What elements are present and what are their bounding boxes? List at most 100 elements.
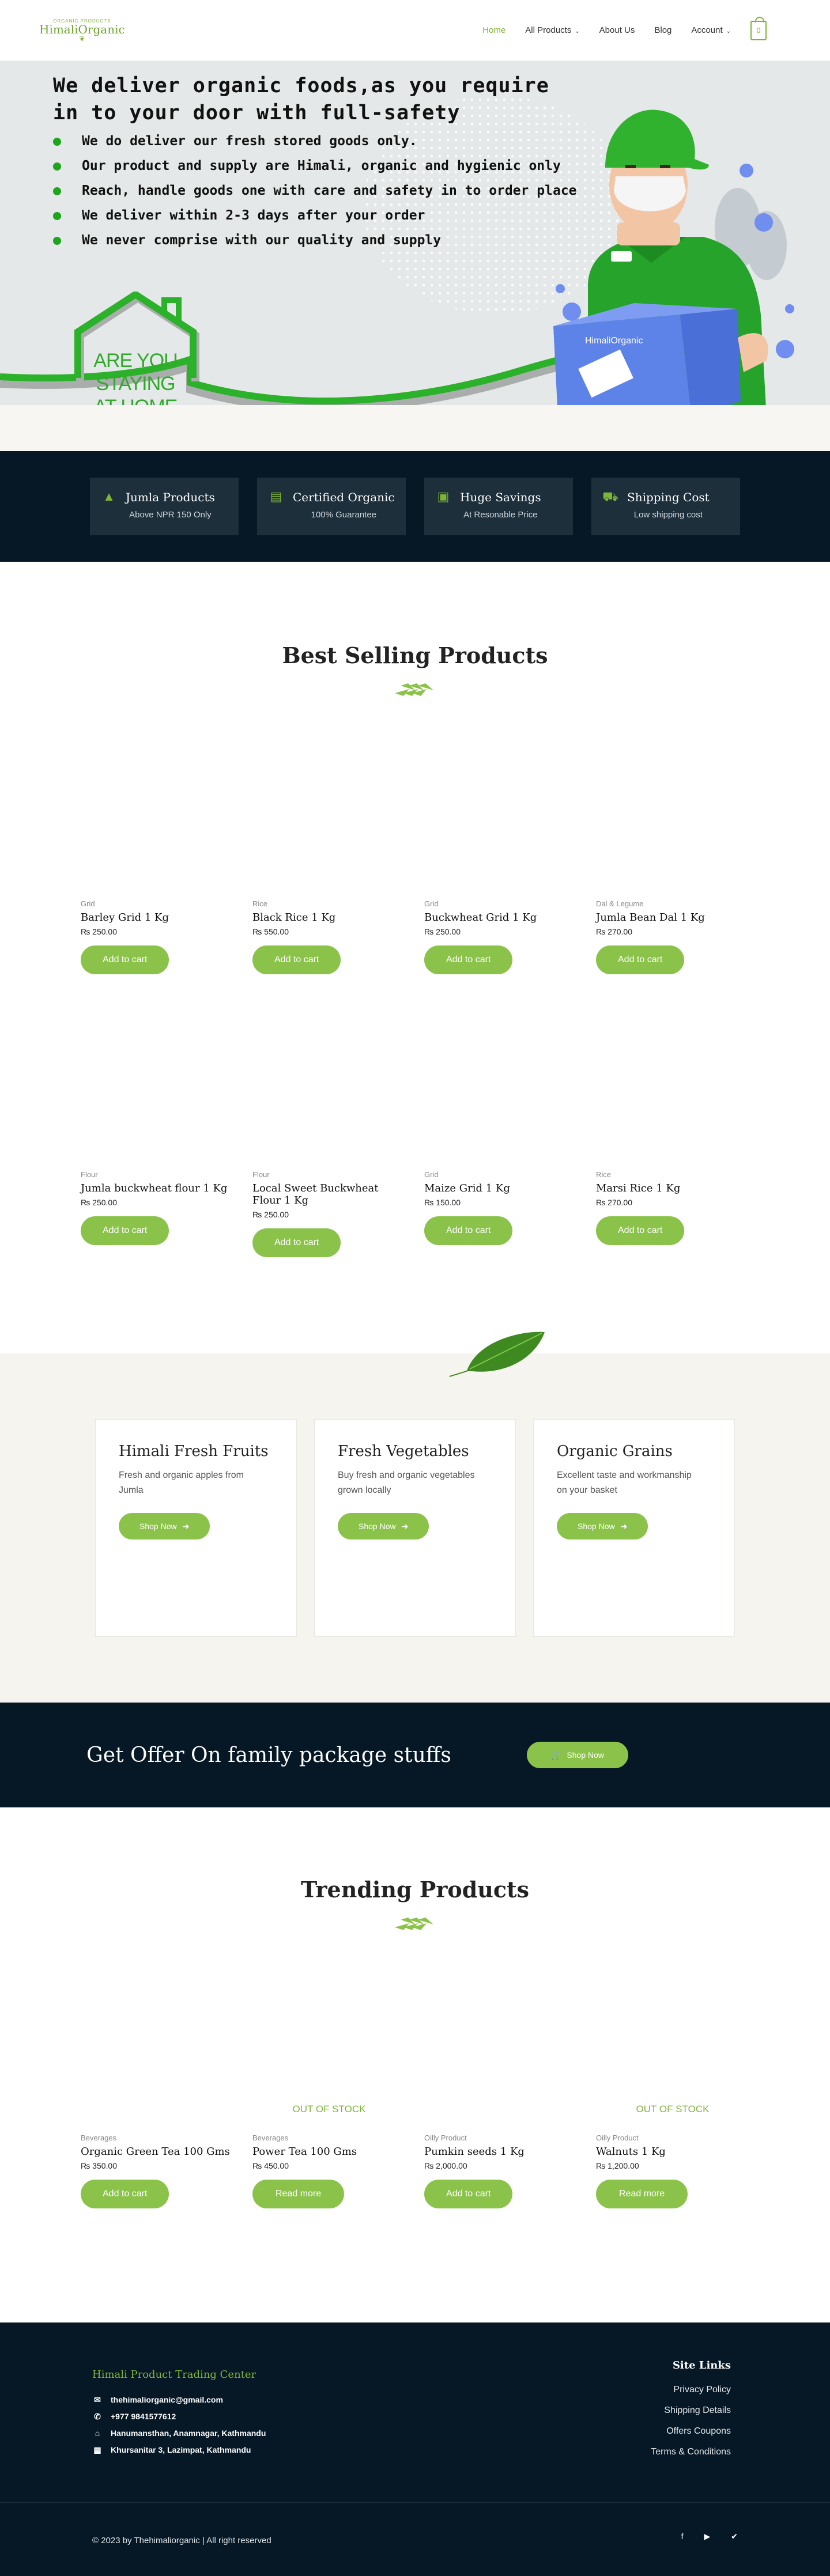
product-category[interactable]: Beverages bbox=[81, 2134, 234, 2142]
hero-heading: We deliver organic foods,as you require … bbox=[53, 74, 549, 124]
nav-home[interactable]: Home bbox=[482, 25, 505, 35]
product-image[interactable] bbox=[424, 731, 578, 898]
footer-link[interactable]: Offers Coupons bbox=[651, 2421, 731, 2442]
cart-icon[interactable]: 0 bbox=[750, 16, 767, 40]
contact-item[interactable]: ✆ +977 9841577612 bbox=[92, 2408, 266, 2425]
shopping-cart-icon: 🛒 bbox=[550, 1750, 561, 1760]
bullet-dot-icon bbox=[53, 236, 61, 245]
add-to-cart-button[interactable]: Add to cart bbox=[252, 945, 341, 974]
product-category[interactable]: Flour bbox=[252, 1170, 406, 1179]
footer-company-title: Himali Product Trading Center bbox=[92, 2369, 256, 2381]
product-image[interactable] bbox=[596, 1002, 749, 1169]
product-image[interactable] bbox=[81, 731, 234, 898]
product-name[interactable]: Walnuts 1 Kg bbox=[596, 2146, 749, 2158]
product-category[interactable]: Rice bbox=[596, 1170, 749, 1179]
shop-now-button[interactable]: Shop Now ➜ bbox=[338, 1513, 429, 1539]
product-name[interactable]: Marsi Rice 1 Kg bbox=[596, 1182, 749, 1194]
read-more-button[interactable]: Read more bbox=[596, 2180, 688, 2208]
category-cards: Himali Fresh Fruits Fresh and organic ap… bbox=[95, 1419, 735, 1637]
out-of-stock-label: OUT OF STOCK bbox=[636, 2104, 710, 2114]
product-card[interactable]: Beverages Organic Green Tea 100 Gms ₨ 35… bbox=[81, 1965, 234, 2236]
contact-item: ⌂ Hanumansthan, Anamnagar, Kathmandu bbox=[92, 2425, 266, 2442]
add-to-cart-button[interactable]: Add to cart bbox=[81, 1216, 169, 1245]
add-to-cart-button[interactable]: Add to cart bbox=[596, 945, 685, 974]
offer-shop-now-button[interactable]: 🛒 Shop Now bbox=[526, 1742, 628, 1768]
read-more-button[interactable]: Read more bbox=[252, 2180, 345, 2208]
product-image[interactable] bbox=[252, 731, 406, 898]
arrow-right-icon: ➜ bbox=[182, 1521, 190, 1531]
product-card[interactable]: OUT OF STOCK Beverages Power Tea 100 Gms… bbox=[252, 1965, 406, 2236]
certificate-icon: ▤ bbox=[270, 489, 282, 504]
delivery-man-illustration: HimaliOrganic bbox=[553, 109, 794, 405]
product-category[interactable]: Grid bbox=[424, 1170, 578, 1179]
main-nav: Home All Products ⌄ About Us Blog Account… bbox=[482, 16, 767, 40]
product-card[interactable]: Flour Jumla buckwheat flour 1 Kg ₨ 250.0… bbox=[81, 1002, 234, 1273]
product-card[interactable]: Grid Barley Grid 1 Kg ₨ 250.00 Add to ca… bbox=[81, 731, 234, 1002]
product-category[interactable]: Grid bbox=[81, 899, 234, 908]
product-card[interactable]: Grid Buckwheat Grid 1 Kg ₨ 250.00 Add to… bbox=[424, 731, 578, 1002]
footer-link[interactable]: Terms & Conditions bbox=[651, 2442, 731, 2462]
product-name[interactable]: Barley Grid 1 Kg bbox=[81, 911, 234, 924]
product-name[interactable]: Jumla buckwheat flour 1 Kg bbox=[81, 1182, 234, 1194]
footer-link[interactable]: Privacy Policy bbox=[651, 2380, 731, 2400]
product-name[interactable]: Power Tea 100 Gms bbox=[252, 2146, 406, 2158]
product-category[interactable]: Oilly Product bbox=[424, 2134, 578, 2142]
product-card[interactable]: Flour Local Sweet Buckwheat Flour 1 Kg ₨… bbox=[252, 1002, 406, 1273]
product-card[interactable]: OUT OF STOCK Oilly Product Walnuts 1 Kg … bbox=[596, 1965, 749, 2236]
nav-all-products[interactable]: All Products ⌄ bbox=[525, 25, 579, 35]
product-price: ₨ 250.00 bbox=[424, 927, 461, 936]
features-bar: ▲ Jumla Products Above NPR 150 Only ▤ Ce… bbox=[0, 451, 830, 562]
logo-text: HimaliOrganic bbox=[39, 22, 125, 36]
product-name[interactable]: Maize Grid 1 Kg bbox=[424, 1182, 578, 1194]
store-icon: ⌂ bbox=[95, 2429, 100, 2438]
product-category[interactable]: Flour bbox=[81, 1170, 234, 1179]
product-image[interactable] bbox=[252, 1002, 406, 1169]
product-category[interactable]: Dal & Legume bbox=[596, 899, 749, 908]
product-name[interactable]: Organic Green Tea 100 Gms bbox=[81, 2146, 234, 2158]
product-category[interactable]: Grid bbox=[424, 899, 578, 908]
product-price: ₨ 250.00 bbox=[252, 1210, 289, 1219]
product-image[interactable] bbox=[81, 1965, 234, 2132]
contact-text: +977 9841577612 bbox=[111, 2412, 176, 2421]
product-name[interactable]: Local Sweet Buckwheat Flour 1 Kg bbox=[252, 1182, 406, 1206]
product-image[interactable] bbox=[424, 1002, 578, 1169]
box-label: HimaliOrganic bbox=[585, 336, 643, 346]
shop-now-button[interactable]: Shop Now ➜ bbox=[557, 1513, 648, 1539]
contact-item[interactable]: ✉ thehimaliorganic@gmail.com bbox=[92, 2392, 266, 2408]
nav-account[interactable]: Account ⌄ bbox=[691, 25, 731, 35]
product-image[interactable] bbox=[596, 731, 749, 898]
add-to-cart-button[interactable]: Add to cart bbox=[81, 2180, 169, 2208]
product-image[interactable]: OUT OF STOCK bbox=[252, 1965, 406, 2132]
add-to-cart-button[interactable]: Add to cart bbox=[252, 1228, 341, 1257]
footer-link[interactable]: Shipping Details bbox=[651, 2400, 731, 2421]
product-image[interactable] bbox=[424, 1965, 578, 2132]
product-name[interactable]: Black Rice 1 Kg bbox=[252, 911, 406, 924]
product-card[interactable]: Rice Marsi Rice 1 Kg ₨ 270.00 Add to car… bbox=[596, 1002, 749, 1273]
offer-title: Get Offer On family package stuffs bbox=[86, 1743, 451, 1767]
bullet-dot-icon bbox=[53, 211, 61, 220]
product-name[interactable]: Buckwheat Grid 1 Kg bbox=[424, 911, 578, 924]
nav-blog[interactable]: Blog bbox=[654, 25, 671, 35]
nav-about-us[interactable]: About Us bbox=[599, 25, 635, 35]
shop-now-button[interactable]: Shop Now ➜ bbox=[119, 1513, 210, 1539]
product-name[interactable]: Pumkin seeds 1 Kg bbox=[424, 2146, 578, 2158]
add-to-cart-button[interactable]: Add to cart bbox=[424, 2180, 513, 2208]
product-card[interactable]: Oilly Product Pumkin seeds 1 Kg ₨ 2,000.… bbox=[424, 1965, 578, 2236]
add-to-cart-button[interactable]: Add to cart bbox=[596, 1216, 685, 1245]
product-category[interactable]: Beverages bbox=[252, 2134, 406, 2142]
product-card[interactable]: Grid Maize Grid 1 Kg ₨ 150.00 Add to car… bbox=[424, 1002, 578, 1273]
product-image[interactable]: OUT OF STOCK bbox=[596, 1965, 749, 2132]
product-category[interactable]: Oilly Product bbox=[596, 2134, 749, 2142]
product-name[interactable]: Jumla Bean Dal 1 Kg bbox=[596, 911, 749, 924]
product-image[interactable] bbox=[81, 1002, 234, 1169]
product-card[interactable]: Rice Black Rice 1 Kg ₨ 550.00 Add to car… bbox=[252, 731, 406, 1002]
category-card: Organic Grains Excellent taste and workm… bbox=[533, 1419, 735, 1637]
product-card[interactable]: Dal & Legume Jumla Bean Dal 1 Kg ₨ 270.0… bbox=[596, 731, 749, 1002]
nav-all-products-label: All Products bbox=[525, 25, 572, 35]
add-to-cart-button[interactable]: Add to cart bbox=[424, 1216, 513, 1245]
add-to-cart-button[interactable]: Add to cart bbox=[424, 945, 513, 974]
add-to-cart-button[interactable]: Add to cart bbox=[81, 945, 169, 974]
product-category[interactable]: Rice bbox=[252, 899, 406, 908]
shop-now-label: Shop Now bbox=[359, 1522, 396, 1531]
site-logo[interactable]: ORGANIC PRODUCTS HimaliOrganic ❦ bbox=[39, 18, 125, 42]
